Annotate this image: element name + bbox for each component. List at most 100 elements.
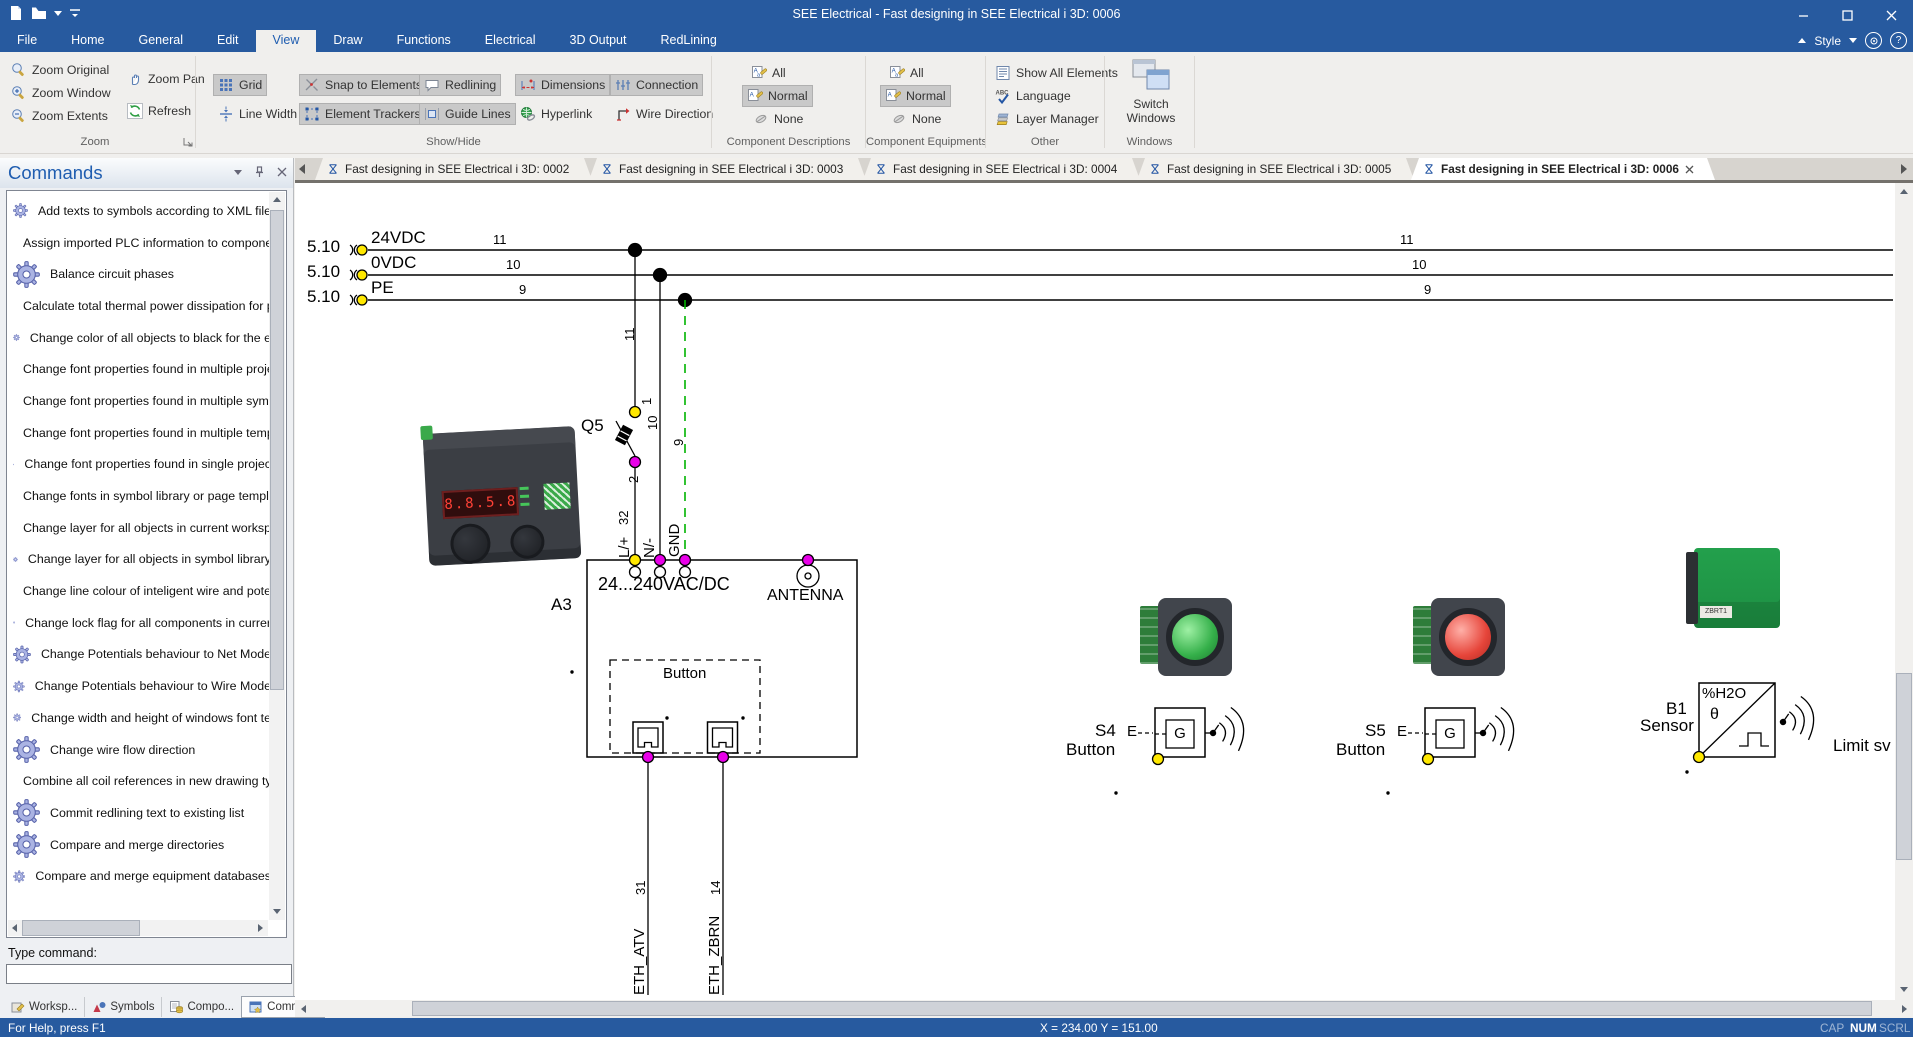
comp-equip-normal-button[interactable]: A Normal [880,85,951,107]
guide-lines-button[interactable]: Guide Lines [419,103,516,125]
tab-components[interactable]: Compo... [162,997,242,1017]
doc-tab-0002[interactable]: Fast designing in SEE Electrical i 3D: 0… [315,158,592,180]
panel-menu-icon[interactable] [234,170,242,175]
command-item[interactable]: Compare and merge directories [9,829,271,861]
doc-tab-0006-active[interactable]: Fast designing in SEE Electrical i 3D: 0… [1411,158,1715,180]
command-item[interactable]: Change Potentials behaviour to Net Mode [9,639,271,671]
wire-direction-button[interactable]: Wire Direction [610,103,718,125]
snap-to-elements-button[interactable]: Snap to Elements [299,74,427,96]
settings-icon[interactable] [1865,32,1882,49]
command-item[interactable]: Balance circuit phases [9,258,271,290]
command-item[interactable]: Change wire flow direction [9,734,271,766]
menu-electrical[interactable]: Electrical [468,30,553,52]
grid-button[interactable]: Grid [213,74,267,96]
command-item[interactable]: Change font properties found in multiple… [9,385,271,417]
schematic-canvas[interactable]: 8.8.5.8 ZBRT1 5.10 5.10 5.10 24VDC 0VDC … [295,183,1895,1000]
doc-tab-0003[interactable]: Fast designing in SEE Electrical i 3D: 0… [589,158,866,180]
collapse-ribbon-icon[interactable] [1798,38,1806,43]
close-tab-icon[interactable] [1685,165,1694,174]
maximize-button[interactable] [1825,0,1869,30]
menu-general[interactable]: General [122,30,200,52]
group-label-comp-equip: Component Equipments [866,136,985,148]
command-item[interactable]: Assign imported PLC information to compo… [9,227,271,259]
zoom-pan-button[interactable]: Zoom Pan [122,68,210,90]
comp-desc-none-button[interactable]: None [748,108,808,130]
element-trackers-button[interactable]: Element Trackers [299,103,426,125]
doc-tab-0004[interactable]: Fast designing in SEE Electrical i 3D: 0… [863,158,1140,180]
menu-file[interactable]: File [0,30,54,52]
pin-icon[interactable] [254,166,265,178]
gear-icon [13,831,40,858]
menu-functions[interactable]: Functions [380,30,468,52]
command-item[interactable]: Combine all coil references in new drawi… [9,765,271,797]
menu-edit[interactable]: Edit [200,30,256,52]
tab-scroll-left-icon[interactable] [299,164,305,174]
line-width-button[interactable]: Line Width [213,103,302,125]
menu-3d-output[interactable]: 3D Output [553,30,644,52]
canvas-hscroll-thumb[interactable] [412,1001,1872,1016]
command-item[interactable]: Change lock flag for all components in c… [9,607,271,639]
scroll-left-icon[interactable] [12,924,17,932]
command-item[interactable]: Change Potentials behaviour to Wire Mode [9,670,271,702]
hyperlink-button[interactable]: Hyperlink [515,103,597,125]
command-item[interactable]: Change layer for all objects in current … [9,512,271,544]
tab-workspace[interactable]: Worksp... [4,997,85,1017]
scroll-up-icon[interactable] [1900,189,1908,194]
redlining-button[interactable]: Redlining [419,74,501,96]
scroll-left-icon[interactable] [301,1005,306,1013]
canvas-vscroll-thumb[interactable] [1896,673,1912,860]
canvas-hscrollbar[interactable] [295,1000,1913,1017]
layer-manager-button[interactable]: Layer Manager [990,108,1104,130]
canvas-vscrollbar[interactable] [1895,183,1913,1000]
language-button[interactable]: ABC Language [990,85,1076,107]
comp-equip-all-button[interactable]: Aa All [884,62,929,84]
command-item[interactable]: Change font properties found in single p… [9,449,271,481]
command-item[interactable]: Change font properties found in multiple… [9,417,271,449]
scroll-up-icon[interactable] [273,197,281,202]
zoom-extents-button[interactable]: Zoom Extents [6,105,113,127]
close-button[interactable] [1869,0,1913,30]
vscroll-thumb[interactable] [270,210,284,690]
comp-desc-normal-button[interactable]: A Normal [742,85,813,107]
comp-equip-none-button[interactable]: None [886,108,946,130]
help-icon[interactable]: ? [1890,32,1907,49]
refresh-button[interactable]: Refresh [122,100,196,122]
doc-tab-0005[interactable]: Fast designing in SEE Electrical i 3D: 0… [1137,158,1414,180]
command-item[interactable]: Commit redlining text to existing list [9,797,271,829]
menu-draw[interactable]: Draw [316,30,379,52]
comp-desc-all-button[interactable]: Aa All [746,62,791,84]
scroll-down-icon[interactable] [1900,987,1908,992]
command-item[interactable]: Change font properties found in multiple… [9,353,271,385]
zoom-original-button[interactable]: Zoom Original [6,59,114,81]
show-all-elements-button[interactable]: Show All Elements [990,62,1123,84]
close-panel-icon[interactable] [277,167,287,177]
zoom-window-button[interactable]: Zoom Window [6,82,116,104]
commands-vscrollbar[interactable] [269,192,285,920]
tab-symbols[interactable]: Symbols [85,997,162,1017]
switch-windows-button[interactable]: Switch Windows [1112,58,1190,125]
scroll-down-icon[interactable] [273,909,281,914]
command-item[interactable]: Change layer for all objects in symbol l… [9,544,271,576]
command-item[interactable]: Change width and height of windows font … [9,702,271,734]
command-item[interactable]: Change color of all objects to black for… [9,322,271,354]
command-item[interactable]: Change line colour of inteligent wire an… [9,575,271,607]
connection-button[interactable]: Connection [610,74,703,96]
scroll-right-icon[interactable] [1902,1005,1907,1013]
style-dropdown[interactable]: Style [1814,34,1841,48]
command-item[interactable]: Compare and merge equipment databases [9,860,271,892]
menu-view[interactable]: View [256,30,317,52]
minimize-button[interactable] [1781,0,1825,30]
menu-home[interactable]: Home [54,30,121,52]
command-item[interactable]: Calculate total thermal power dissipatio… [9,290,271,322]
scroll-right-icon[interactable] [258,924,263,932]
tab-scroll-right-icon[interactable] [1901,164,1907,174]
command-item[interactable]: Add texts to symbols according to XML fi… [9,195,271,227]
menu-redlining[interactable]: RedLining [643,30,733,52]
commands-hscrollbar[interactable] [8,920,268,936]
command-item[interactable]: Change fonts in symbol library or page t… [9,480,271,512]
hscroll-thumb[interactable] [22,920,140,936]
dimensions-button[interactable]: Dimensions [515,74,610,96]
type-command-input[interactable] [6,964,292,984]
zoom-dialog-launcher-icon[interactable] [182,136,194,148]
style-caret-icon[interactable] [1849,38,1857,43]
